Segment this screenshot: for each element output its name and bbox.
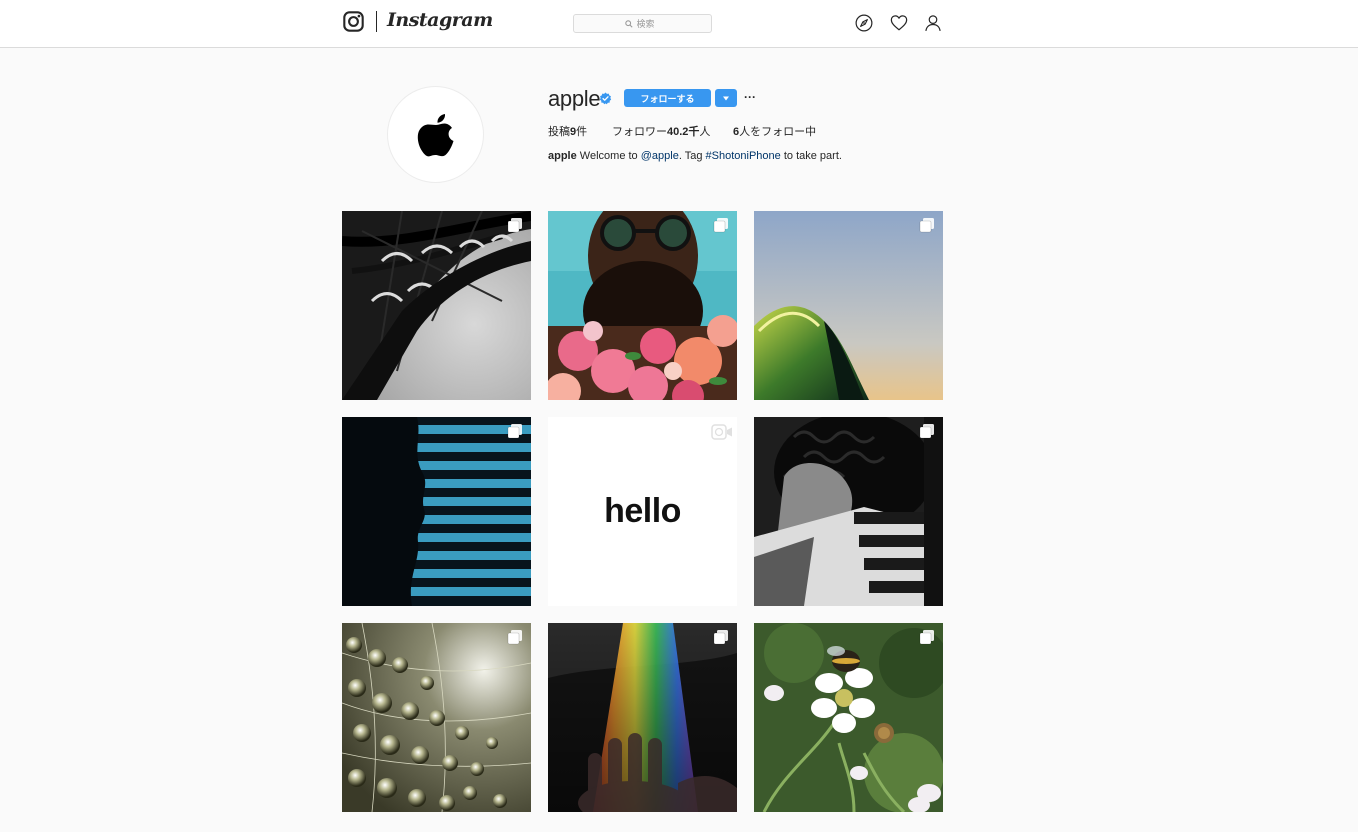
posts-suffix: 件 [576,126,588,138]
heart-activity-icon[interactable] [890,14,908,32]
rainbow-hand-image [548,623,737,812]
followers-suffix: 人 [699,126,711,138]
multiple-photos-icon [919,423,935,439]
following-suffix: 人をフォロー中 [739,126,817,138]
bio-name: apple [548,150,577,162]
post-thumbnail-wave[interactable] [754,211,943,400]
search-icon [624,19,633,28]
bio-text: to take part. [780,150,842,162]
apple-logo-icon [417,113,453,156]
man-with-roses-image [548,211,737,400]
top-navigation-bar: Instagram [0,0,1358,48]
post-thumbnail-hello-video[interactable]: hello [548,417,737,606]
suggested-accounts-dropdown-button[interactable] [715,89,737,107]
multiple-photos-icon [919,629,935,645]
multiple-photos-icon [713,629,729,645]
water-droplets-image [342,623,531,812]
bee-on-blossom-image [754,623,943,812]
profile-username: apple [548,86,601,111]
user-profile-icon[interactable] [924,14,942,32]
multiple-photos-icon [507,217,523,233]
profile-bio: apple Welcome to @apple. Tag #ShotoniPho… [548,150,842,162]
following-count[interactable]: 6人をフォロー中 [733,123,816,139]
multiple-photos-icon [507,629,523,645]
post-thumbnail-eiffel-tower[interactable] [342,211,531,400]
post-thumbnail-rainbow-hand[interactable] [548,623,737,812]
post-thumbnail-bee-on-blossom[interactable] [754,623,943,812]
posts-prefix: 投稿 [548,126,570,138]
profile-avatar [387,86,484,183]
followers-count[interactable]: フォロワー40.2千人 [612,123,710,139]
bio-text: . Tag [678,150,706,162]
bio-text: Welcome to [576,150,641,162]
search-input[interactable] [636,18,661,29]
follow-button[interactable]: フォローする [624,89,711,107]
post-thumbnail-silhouette-blinds[interactable] [342,417,531,606]
bio-hashtag-link[interactable]: #ShotoniPhone [706,150,781,162]
followers-value: 40.2千 [667,126,700,138]
multiple-photos-icon [919,217,935,233]
instagram-wordmark-logo[interactable]: Instagram [387,9,493,31]
instagram-camera-logo-icon[interactable] [343,11,364,32]
triangle-down-icon [723,96,729,100]
wave-image [754,211,943,400]
woman-shadows-image [754,417,943,606]
eiffel-tower-image [342,211,531,400]
hello-text: hello [604,492,681,530]
search-box[interactable] [573,14,712,33]
silhouette-blinds-image [342,417,531,606]
posts-count: 投稿9件 [548,123,587,139]
bio-mention-link[interactable]: @apple [641,150,679,162]
more-options-button[interactable]: ··· [743,88,757,106]
logo-divider [376,11,377,32]
post-thumbnail-water-droplets[interactable] [342,623,531,812]
post-thumbnail-woman-shadows[interactable] [754,417,943,606]
compass-explore-icon[interactable] [855,14,873,32]
post-thumbnail-man-with-roses[interactable] [548,211,737,400]
followers-prefix: フォロワー [612,126,667,138]
multiple-photos-icon [713,217,729,233]
verified-badge-icon [599,92,612,105]
video-camera-icon [711,424,732,440]
multiple-photos-icon [507,423,523,439]
